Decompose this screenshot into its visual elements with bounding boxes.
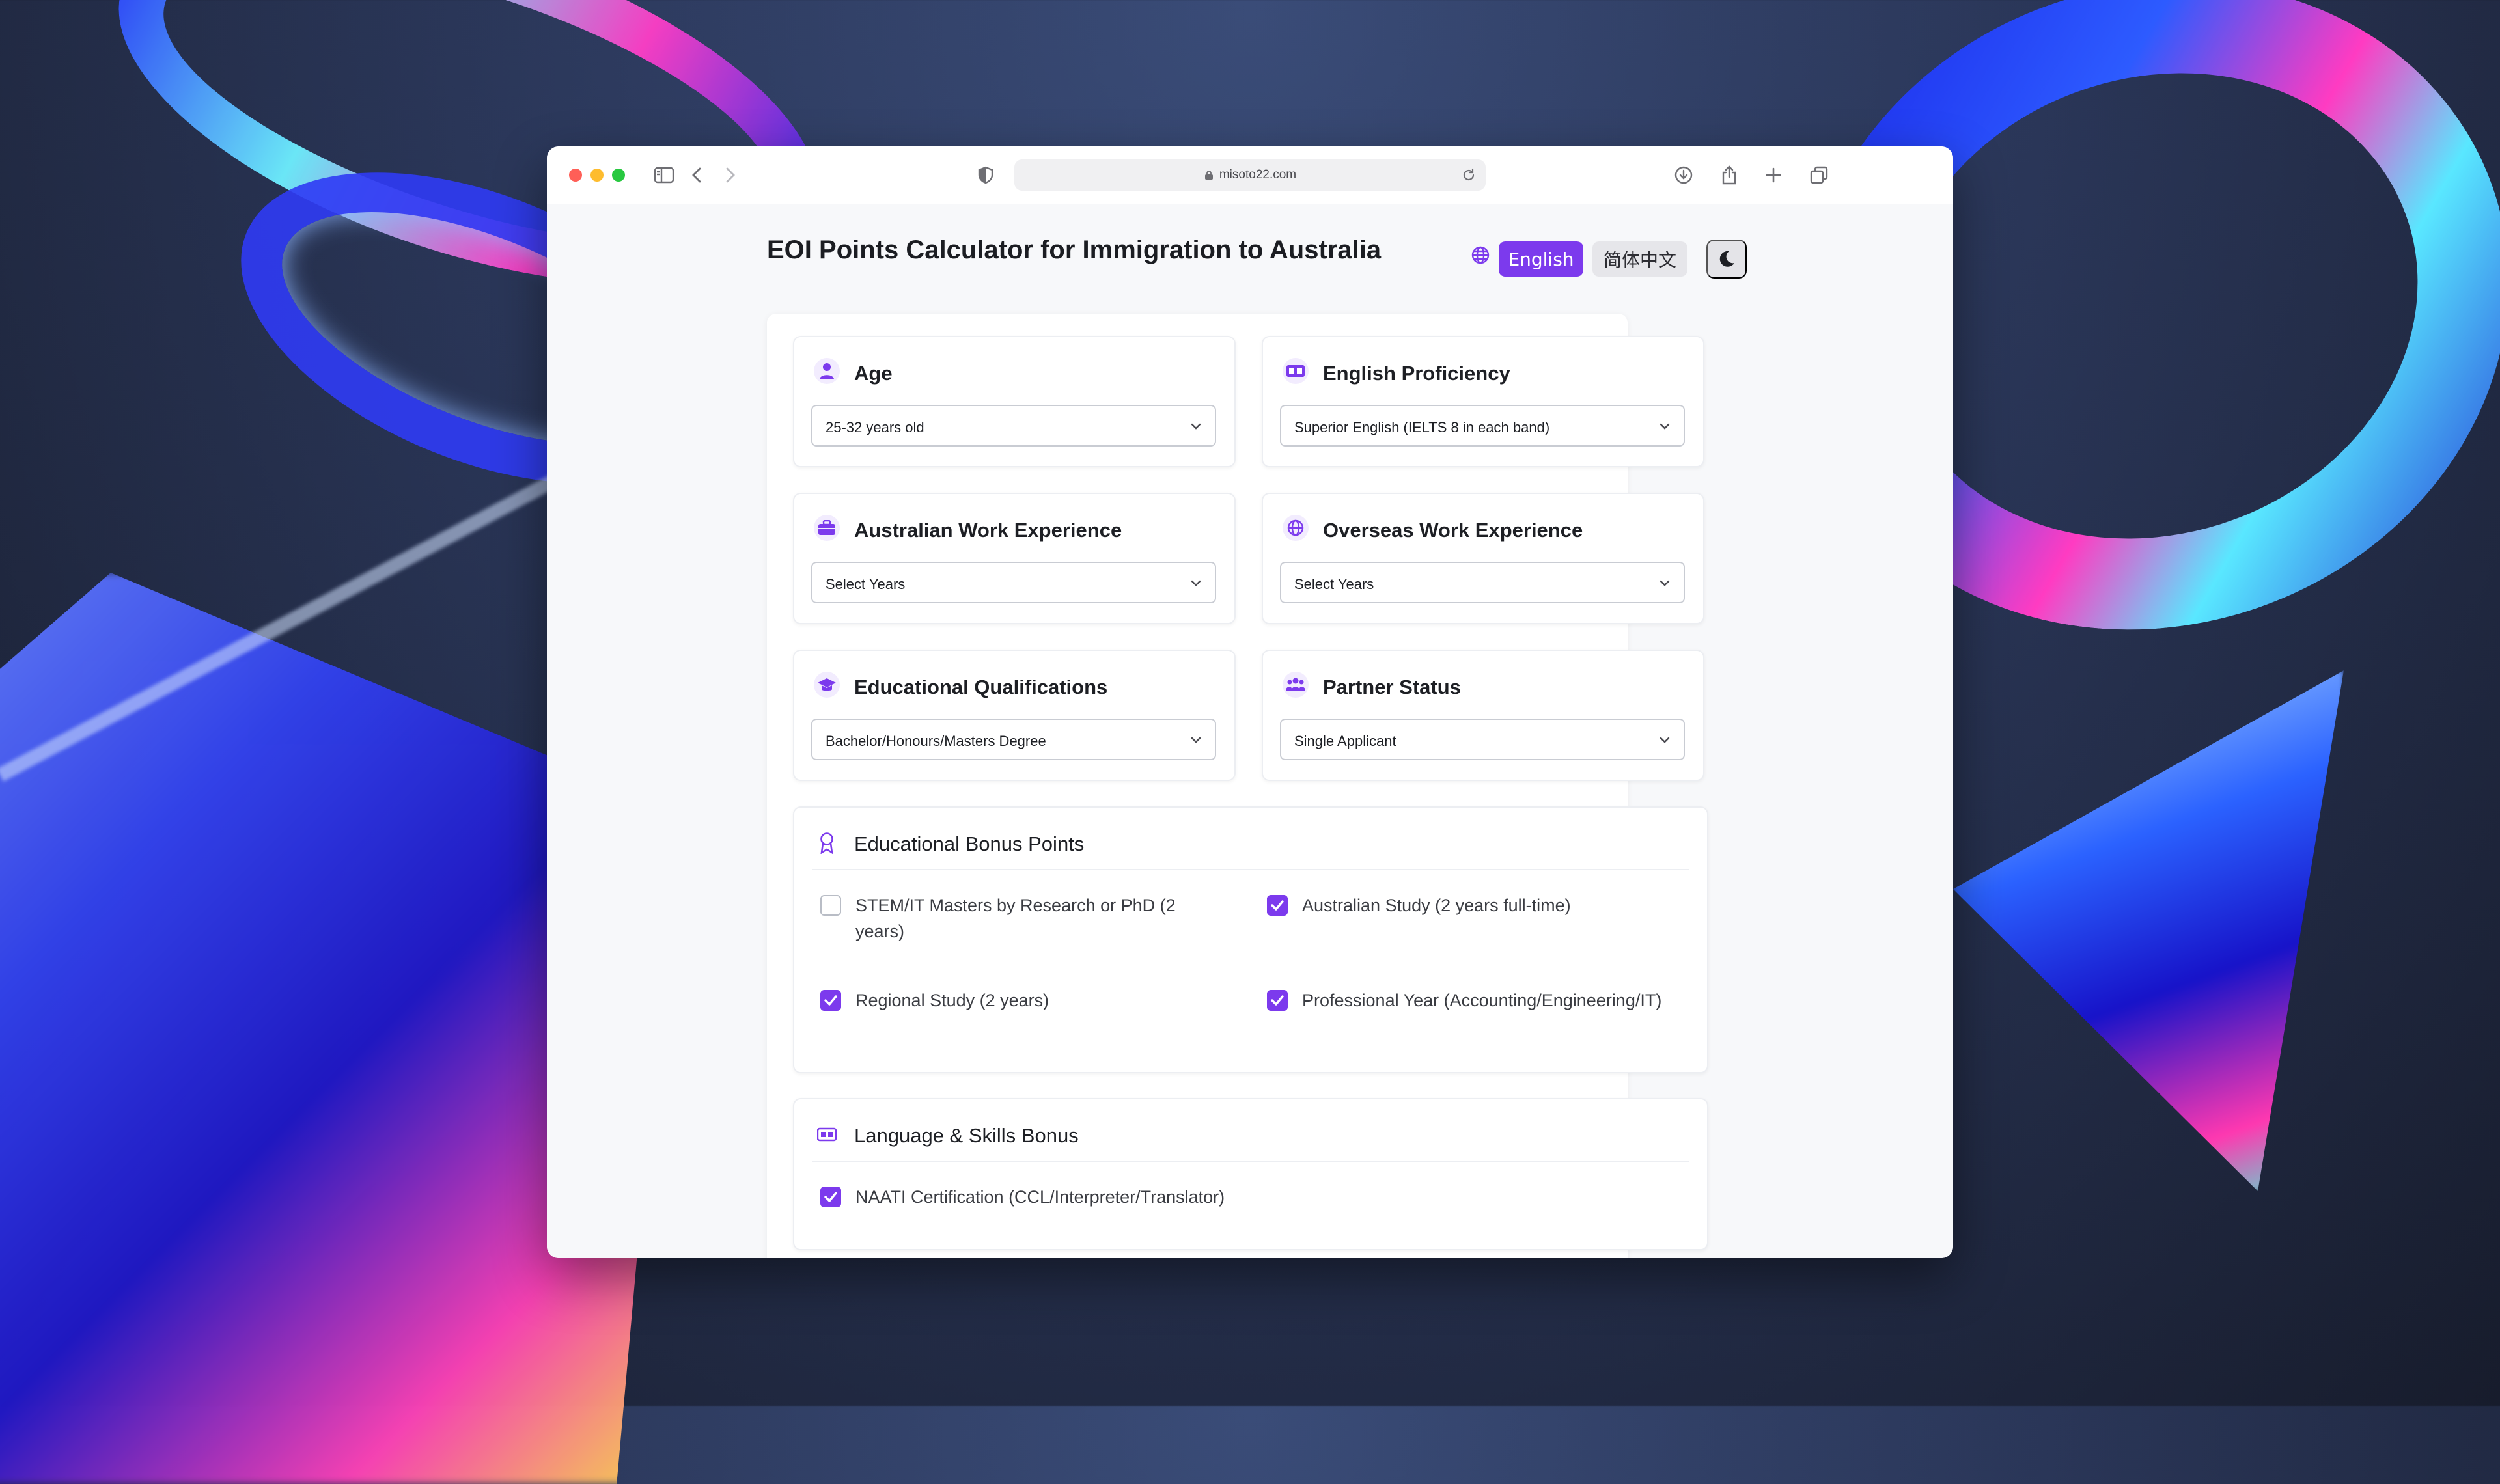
chevron-down-icon [1191,737,1201,743]
regional-study-label: Regional Study (2 years) [855,991,1049,1010]
tab-overview-icon[interactable] [1806,162,1832,188]
section-divider [812,869,1689,870]
chevron-down-icon [1660,737,1670,743]
sidebar-toggle-icon[interactable] [651,162,677,188]
partner-status-label: Partner Status [1323,676,1461,698]
chevron-down-icon [1191,423,1201,430]
language-skills-bonus-section: Language & Skills Bonus NAATI Certificat… [793,1098,1708,1250]
briefcase-icon [814,515,840,541]
educational-bonus-title: Educational Bonus Points [854,832,1085,855]
dark-mode-toggle[interactable] [1706,240,1747,279]
stem-masters-label: STEM/IT Masters by Research or PhD (2 ye… [855,896,1176,941]
language-icon [814,1121,840,1147]
check-icon [1271,900,1284,911]
education-value: Bachelor/Honours/Masters Degree [826,733,1046,749]
partner-status-select[interactable]: Single Applicant [1280,719,1685,760]
education-select[interactable]: Bachelor/Honours/Masters Degree [811,719,1216,760]
australian-work-label: Australian Work Experience [854,519,1122,542]
naati-label: NAATI Certification (CCL/Interpreter/Tra… [855,1187,1225,1207]
user-icon [814,358,840,384]
lock-icon [1204,171,1213,180]
decorative-pyramid [1953,670,2344,1191]
overseas-work-value: Select Years [1294,576,1374,592]
url-text: misoto22.com [1219,168,1297,182]
australian-study-checkbox[interactable]: Australian Study (2 years full-time) [1267,892,1667,918]
english-proficiency-select[interactable]: Superior English (IELTS 8 in each band) [1280,405,1685,447]
educational-bonus-section: Educational Bonus Points STEM/IT Masters… [793,806,1708,1073]
language-icon [1283,358,1309,384]
language-skills-bonus-title: Language & Skills Bonus [854,1124,1079,1147]
australian-work-card: Australian Work Experience Select Years [793,493,1236,624]
globe-icon [1470,245,1491,266]
overseas-work-card: Overseas Work Experience Select Years [1262,493,1704,624]
page-title: EOI Points Calculator for Immigration to… [767,236,1382,264]
checkbox-checked[interactable] [1267,990,1288,1011]
stem-masters-checkbox[interactable]: STEM/IT Masters by Research or PhD (2 ye… [820,892,1220,944]
professional-year-label: Professional Year (Accounting/Engineerin… [1302,991,1662,1010]
overseas-work-select[interactable]: Select Years [1280,562,1685,603]
chevron-down-icon [1191,580,1201,586]
close-window-button[interactable] [569,169,582,182]
browser-toolbar: misoto22.com [547,146,1953,204]
language-chinese-button[interactable]: 简体中文 [1592,241,1688,277]
app-header: EOI Points Calculator for Immigration to… [767,204,1747,302]
education-card: Educational Qualifications Bachelor/Hono… [793,650,1236,781]
chevron-down-icon [1660,423,1670,430]
section-divider [812,1161,1689,1162]
checkbox-checked[interactable] [820,1187,841,1207]
reload-icon[interactable] [1461,167,1477,183]
address-bar[interactable]: misoto22.com [1014,159,1486,191]
partner-status-card: Partner Status Single Applicant [1262,650,1704,781]
naati-checkbox[interactable]: NAATI Certification (CCL/Interpreter/Tra… [820,1184,1507,1210]
language-english-button[interactable]: English [1499,241,1583,277]
age-select[interactable]: 25-32 years old [811,405,1216,447]
english-proficiency-value: Superior English (IELTS 8 in each band) [1294,419,1550,435]
new-tab-icon[interactable] [1760,162,1786,188]
browser-window: misoto22.com EOI Points Calculator for I… [547,146,1953,1258]
zoom-window-button[interactable] [612,169,625,182]
privacy-shield-icon[interactable] [973,162,999,188]
australian-study-label: Australian Study (2 years full-time) [1302,896,1571,915]
checkbox-unchecked[interactable] [820,895,841,916]
checkbox-checked[interactable] [1267,895,1288,916]
award-icon [814,830,840,856]
australian-work-value: Select Years [826,576,906,592]
calculator-form: Age 25-32 years old English Proficiency … [767,314,1708,1258]
back-icon[interactable] [684,162,710,188]
check-icon [824,1192,837,1202]
globe-icon [1283,515,1309,541]
downloads-icon[interactable] [1671,162,1697,188]
forward-icon[interactable] [717,162,743,188]
graduation-cap-icon [814,672,840,698]
professional-year-checkbox[interactable]: Professional Year (Accounting/Engineerin… [1267,987,1667,1013]
english-proficiency-label: English Proficiency [1323,362,1510,385]
age-label: Age [854,362,893,385]
english-proficiency-card: English Proficiency Superior English (IE… [1262,336,1704,467]
users-icon [1283,672,1309,698]
chevron-down-icon [1660,580,1670,586]
check-icon [824,995,837,1006]
check-icon [1271,995,1284,1006]
checkbox-checked[interactable] [820,990,841,1011]
share-icon[interactable] [1716,162,1742,188]
age-card: Age 25-32 years old [793,336,1236,467]
page-viewport: EOI Points Calculator for Immigration to… [547,204,1953,1258]
regional-study-checkbox[interactable]: Regional Study (2 years) [820,987,1220,1013]
age-select-value: 25-32 years old [826,419,924,435]
partner-status-value: Single Applicant [1294,733,1396,749]
moon-icon [1719,251,1734,267]
overseas-work-label: Overseas Work Experience [1323,519,1583,542]
minimize-window-button[interactable] [590,169,604,182]
australian-work-select[interactable]: Select Years [811,562,1216,603]
education-label: Educational Qualifications [854,676,1108,698]
